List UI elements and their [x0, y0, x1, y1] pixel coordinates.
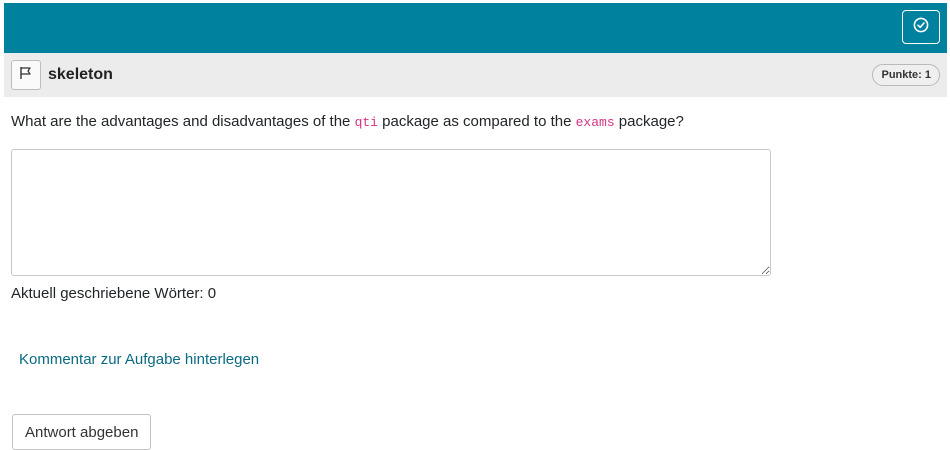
question-text-part: What are the advantages and disadvantage… [11, 113, 355, 130]
code-exams: exams [575, 115, 615, 130]
word-count: Aktuell geschriebene Wörter: 0 [11, 285, 217, 302]
flag-icon [19, 66, 33, 85]
question-title: skeleton [48, 66, 113, 83]
code-qti: qti [354, 115, 378, 130]
submit-check-button[interactable] [902, 10, 940, 44]
answer-textarea[interactable] [11, 149, 771, 276]
top-bar [4, 3, 947, 53]
question-text-part: package? [614, 113, 684, 130]
question-text: What are the advantages and disadvantage… [11, 113, 684, 130]
flag-button[interactable] [11, 60, 41, 90]
comment-link[interactable]: Kommentar zur Aufgabe hinterlegen [19, 351, 259, 368]
submit-answer-button[interactable]: Antwort abgeben [12, 414, 152, 450]
points-badge: Punkte: 1 [872, 64, 940, 86]
question-header: skeleton Punkte: 1 [4, 53, 947, 97]
check-circle-icon [913, 17, 929, 38]
question-text-part: package as compared to the [377, 113, 576, 130]
